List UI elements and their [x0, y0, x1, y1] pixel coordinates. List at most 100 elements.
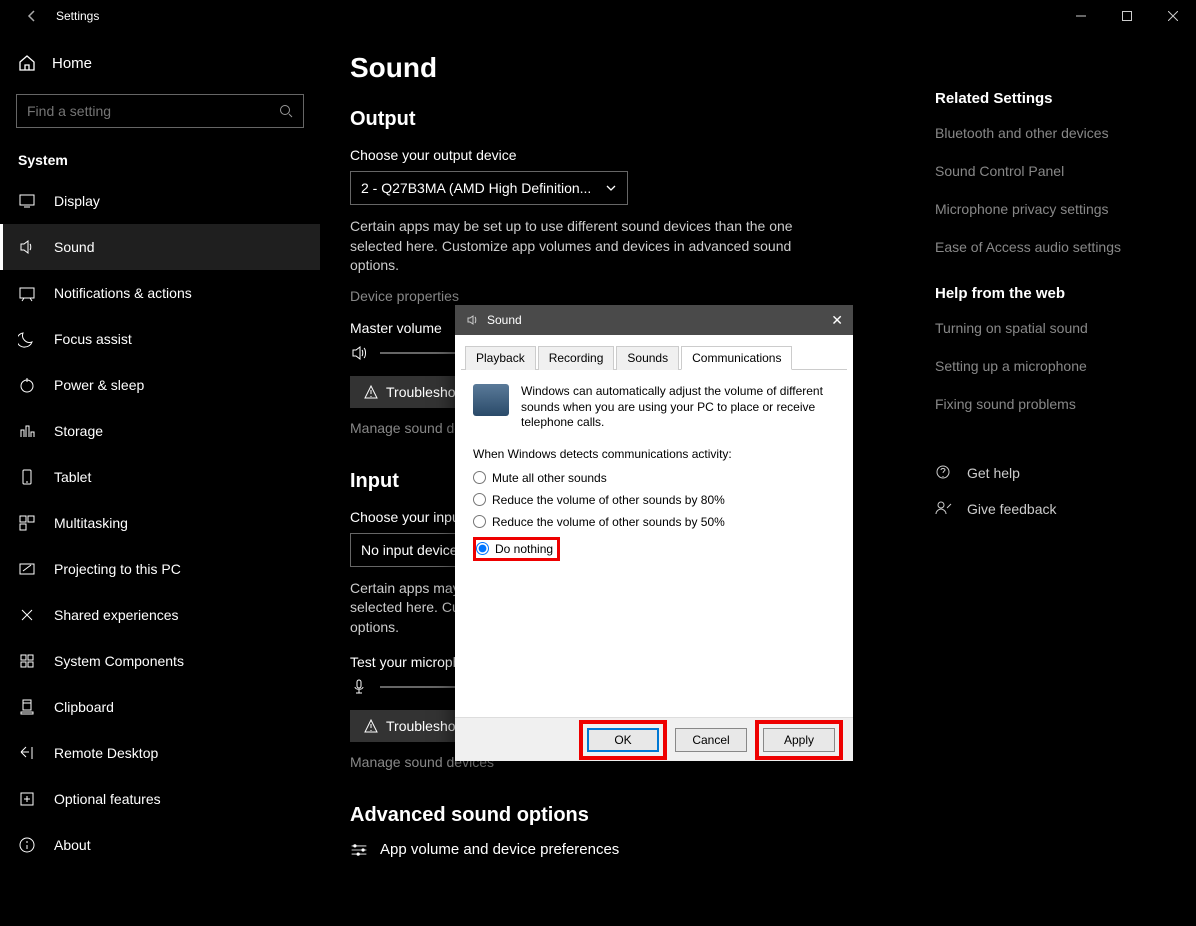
nav-item-optional-features[interactable]: Optional features [0, 776, 320, 822]
arrow-left-icon [25, 9, 39, 23]
radio-option[interactable]: Do nothing [473, 537, 560, 561]
dialog-info: Windows can automatically adjust the vol… [521, 384, 835, 431]
tab-recording[interactable]: Recording [538, 346, 615, 370]
help-link[interactable]: Turning on spatial sound [935, 320, 1175, 336]
nav-item-display[interactable]: Display [0, 178, 320, 224]
group-system: System [0, 138, 320, 178]
nav-item-notifications-actions[interactable]: Notifications & actions [0, 270, 320, 316]
home-icon [18, 54, 36, 72]
output-device-dropdown[interactable]: 2 - Q27B3MA (AMD High Definition... [350, 171, 628, 205]
nav-label: Clipboard [54, 699, 114, 715]
nav-label: Multitasking [54, 515, 128, 531]
get-help-label: Get help [967, 465, 1020, 481]
feedback-label: Give feedback [967, 501, 1057, 517]
radio-label: Mute all other sounds [492, 471, 607, 485]
nav-item-system-components[interactable]: System Components [0, 638, 320, 684]
dialog-tabs: PlaybackRecordingSoundsCommunications [461, 345, 847, 370]
nav-icon [18, 376, 36, 394]
help-icon [935, 464, 953, 482]
radio-input[interactable] [476, 542, 489, 555]
nav-item-multitasking[interactable]: Multitasking [0, 500, 320, 546]
search-input[interactable] [27, 103, 279, 119]
output-device-value: 2 - Q27B3MA (AMD High Definition... [361, 180, 591, 196]
nav-label: Storage [54, 423, 103, 439]
get-help-link[interactable]: Get help [935, 464, 1175, 482]
maximize-button[interactable] [1104, 0, 1150, 32]
dialog-title: Sound [487, 313, 522, 327]
input-device-dropdown[interactable]: No input device [350, 533, 470, 567]
minimize-button[interactable] [1058, 0, 1104, 32]
nav-label: Notifications & actions [54, 285, 192, 301]
nav-icon [18, 652, 36, 670]
warning-icon [364, 719, 378, 733]
nav-label: Display [54, 193, 100, 209]
sliders-icon [350, 841, 368, 859]
nav-icon [18, 468, 36, 486]
home-link[interactable]: Home [0, 42, 320, 84]
radio-option[interactable]: Reduce the volume of other sounds by 50% [473, 515, 835, 529]
nav-label: System Components [54, 653, 184, 669]
related-link[interactable]: Ease of Access audio settings [935, 239, 1175, 255]
nav-item-power-sleep[interactable]: Power & sleep [0, 362, 320, 408]
nav-icon [18, 560, 36, 578]
nav-label: Remote Desktop [54, 745, 158, 761]
nav-item-storage[interactable]: Storage [0, 408, 320, 454]
dialog-close-button[interactable]: ✕ [831, 312, 843, 329]
radio-input[interactable] [473, 493, 486, 506]
sound-dialog-icon [465, 313, 479, 327]
nav-icon [18, 422, 36, 440]
nav-label: Sound [54, 239, 94, 255]
help-link[interactable]: Fixing sound problems [935, 396, 1175, 412]
cancel-button[interactable]: Cancel [675, 728, 747, 752]
tab-sounds[interactable]: Sounds [616, 346, 679, 370]
nav-label: Tablet [54, 469, 91, 485]
home-label: Home [52, 55, 92, 72]
app-volume-link[interactable]: App volume and device preferences [380, 841, 619, 858]
related-settings-heading: Related Settings [935, 90, 1175, 107]
nav-item-about[interactable]: About [0, 822, 320, 868]
sidebar: Home System Display Sound Notifications & … [0, 32, 320, 926]
nav-item-projecting-to-this-pc[interactable]: Projecting to this PC [0, 546, 320, 592]
nav-item-focus-assist[interactable]: Focus assist [0, 316, 320, 362]
apply-button[interactable]: Apply [763, 728, 835, 752]
close-button[interactable] [1150, 0, 1196, 32]
radio-label: Do nothing [495, 542, 553, 556]
nav-icon [18, 836, 36, 854]
microphone-icon [350, 678, 368, 696]
back-button[interactable] [16, 0, 48, 32]
radio-input[interactable] [473, 471, 486, 484]
related-link[interactable]: Sound Control Panel [935, 163, 1175, 179]
ok-highlight: OK [579, 720, 667, 760]
related-link[interactable]: Bluetooth and other devices [935, 125, 1175, 141]
help-link[interactable]: Setting up a microphone [935, 358, 1175, 374]
nav-item-remote-desktop[interactable]: Remote Desktop [0, 730, 320, 776]
nav-label: Power & sleep [54, 377, 144, 393]
nav-item-tablet[interactable]: Tablet [0, 454, 320, 500]
nav-item-shared-experiences[interactable]: Shared experiences [0, 592, 320, 638]
help-web-heading: Help from the web [935, 285, 1175, 302]
feedback-icon [935, 500, 953, 518]
nav-item-sound[interactable]: Sound [0, 224, 320, 270]
radio-input[interactable] [473, 515, 486, 528]
nav-label: Optional features [54, 791, 161, 807]
nav-label: Shared experiences [54, 607, 179, 623]
nav-item-clipboard[interactable]: Clipboard [0, 684, 320, 730]
nav-icon [18, 790, 36, 808]
radio-label: Reduce the volume of other sounds by 50% [492, 515, 725, 529]
search-box[interactable] [16, 94, 304, 128]
radio-label: Reduce the volume of other sounds by 80% [492, 493, 725, 507]
tab-communications[interactable]: Communications [681, 346, 792, 370]
related-link[interactable]: Microphone privacy settings [935, 201, 1175, 217]
maximize-icon [1122, 11, 1132, 21]
nav-icon [18, 192, 36, 210]
tab-playback[interactable]: Playback [465, 346, 536, 370]
nav-icon [18, 698, 36, 716]
search-icon [279, 104, 293, 118]
nav-icon [18, 284, 36, 302]
feedback-link[interactable]: Give feedback [935, 500, 1175, 518]
ok-button[interactable]: OK [587, 728, 659, 752]
apply-highlight: Apply [755, 720, 843, 760]
radio-option[interactable]: Mute all other sounds [473, 471, 835, 485]
radio-option[interactable]: Reduce the volume of other sounds by 80% [473, 493, 835, 507]
minimize-icon [1076, 11, 1086, 21]
